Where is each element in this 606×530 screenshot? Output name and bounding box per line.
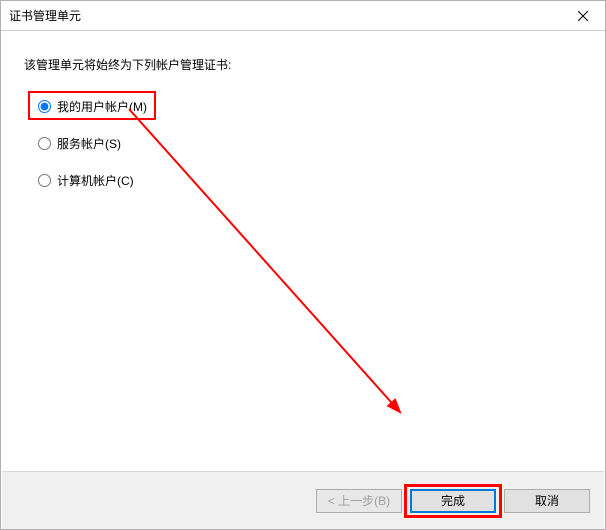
radio-service-account[interactable]: 服务帐户(S) — [36, 132, 582, 155]
titlebar: 证书管理单元 — [1, 1, 605, 31]
account-radio-group: 我的用户帐户(M) 服务帐户(S) 计算机帐户(C) — [36, 95, 582, 192]
radio-my-user-label: 我的用户帐户(M) — [57, 98, 147, 115]
dialog-window: 证书管理单元 该管理单元将始终为下列帐户管理证书: 我的用户帐户(M) 服务帐户… — [0, 0, 606, 530]
close-button[interactable] — [560, 1, 605, 30]
window-title: 证书管理单元 — [9, 7, 81, 24]
radio-computer-label: 计算机帐户(C) — [57, 172, 134, 189]
back-button: < 上一步(B) — [316, 489, 402, 513]
button-bar: < 上一步(B) 完成 取消 — [2, 471, 604, 529]
radio-service-label: 服务帐户(S) — [57, 135, 121, 152]
finish-button[interactable]: 完成 — [410, 489, 496, 513]
radio-computer-input[interactable] — [38, 174, 51, 187]
radio-service-input[interactable] — [38, 137, 51, 150]
close-icon — [578, 11, 588, 21]
prompt-text: 该管理单元将始终为下列帐户管理证书: — [24, 56, 582, 73]
radio-my-user-input[interactable] — [38, 100, 51, 113]
cancel-button[interactable]: 取消 — [504, 489, 590, 513]
radio-my-user-account[interactable]: 我的用户帐户(M) — [36, 95, 582, 118]
radio-computer-account[interactable]: 计算机帐户(C) — [36, 169, 582, 192]
content-area: 该管理单元将始终为下列帐户管理证书: 我的用户帐户(M) 服务帐户(S) 计算机… — [2, 32, 604, 469]
